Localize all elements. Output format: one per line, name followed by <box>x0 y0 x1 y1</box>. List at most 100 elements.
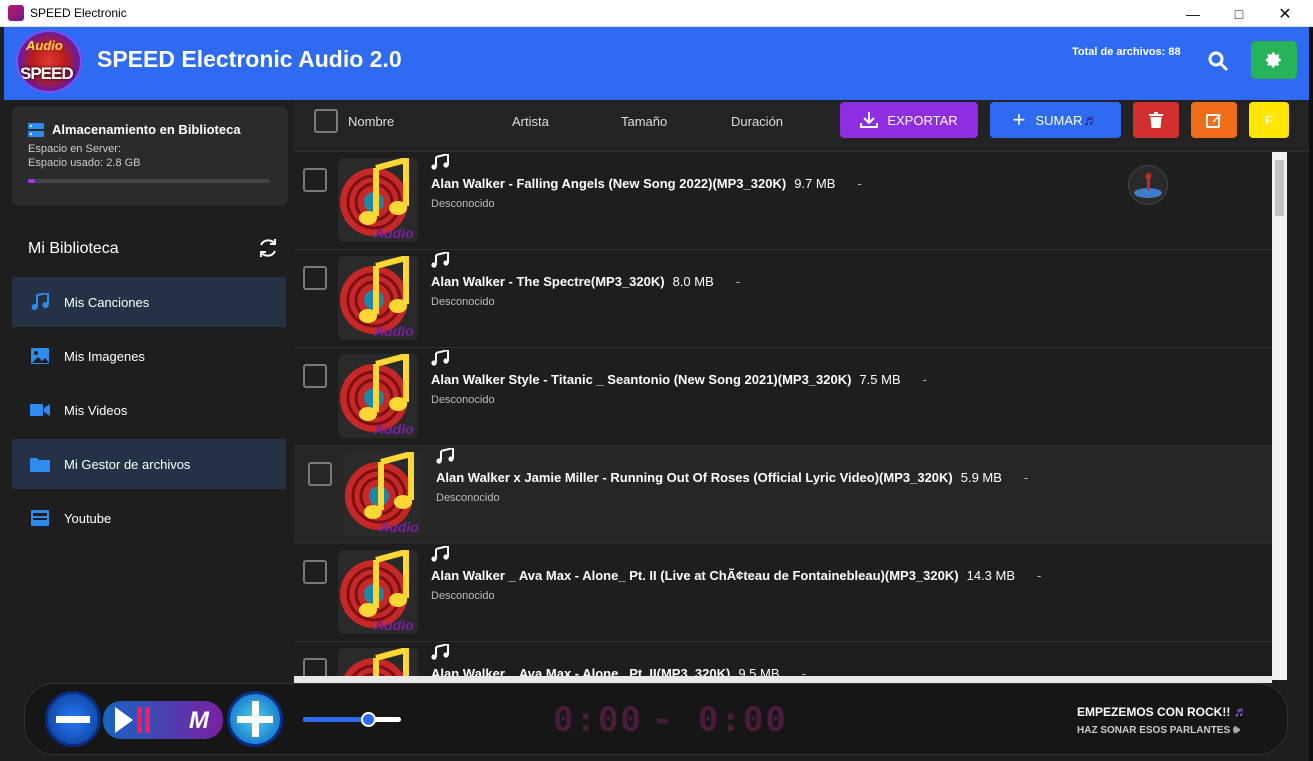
table-row[interactable]: Audio Alan Walker x Jamie Miller - Runnin… <box>294 446 1272 544</box>
storage-card: Almacenamiento en Biblioteca Espacio en … <box>12 106 288 206</box>
song-artist: Desconocido <box>431 394 495 406</box>
gamepad-icon[interactable] <box>1128 165 1168 205</box>
album-art: Audio <box>343 452 423 536</box>
song-size: 8.0 MB <box>672 274 714 289</box>
scrollbar-thumb[interactable] <box>1275 160 1284 216</box>
sidebar-item-label: Mi Gestor de archivos <box>64 456 191 472</box>
player-message-subtitle-text: HAZ SONAR ESOS PARLANTES <box>1077 725 1231 736</box>
sidebar-item-label: Mis Videos <box>64 402 128 418</box>
sidebar-item-mis-canciones[interactable]: Mis Canciones <box>12 277 286 327</box>
gear-icon <box>1265 52 1281 68</box>
file-list-panel: Nombre Artista Tamaño Duración EXPORTAR … <box>294 100 1309 683</box>
used-space-label: Espacio usado: 2.8 GB <box>28 157 141 169</box>
player-message-subtitle: HAZ SONAR ESOS PARLANTES 🕪 <box>1077 724 1240 737</box>
volume-slider-knob[interactable] <box>360 712 376 727</box>
sidebar-item-mis-imagenes[interactable]: Mis Imagenes <box>12 331 286 381</box>
song-size: 7.5 MB <box>859 372 901 387</box>
add-button[interactable]: + SUMAR ♬ <box>990 102 1121 138</box>
horizontal-scrollbar[interactable] <box>294 676 1272 683</box>
search-icon[interactable] <box>1204 47 1232 75</box>
play-pause-icon <box>115 707 150 733</box>
column-header-nombre[interactable]: Nombre <box>348 114 394 129</box>
album-art: Audio <box>338 354 418 438</box>
table-row[interactable]: AudioAlan Walker _ Ava Max - Alone_ Pt. … <box>294 544 1272 642</box>
plus-icon: + <box>1012 107 1026 132</box>
album-art-label: Audio <box>373 617 414 633</box>
plus-icon <box>237 701 273 737</box>
music-icon <box>31 293 49 310</box>
song-list: Audio Alan Walker - Falling Angels (New S… <box>294 152 1309 680</box>
player-message-title: EMPEZEMOS CON ROCK!! ♬ <box>1077 703 1248 719</box>
song-title: Alan Walker x Jamie Miller - Running Out… <box>436 470 1028 485</box>
song-artist: Desconocido <box>431 198 495 210</box>
refresh-icon[interactable] <box>256 236 280 260</box>
column-header-tamano[interactable]: Tamaño <box>621 114 667 129</box>
album-art-label: Audio <box>373 225 414 241</box>
sidebar-item-youtube[interactable]: Youtube <box>12 493 286 543</box>
volume-up-button[interactable] <box>227 691 283 747</box>
logo-text-top: Audio <box>26 38 63 53</box>
image-icon <box>31 348 49 364</box>
select-all-checkbox[interactable] <box>314 109 338 133</box>
song-name: Alan Walker - Falling Angels (New Song 2… <box>431 176 787 191</box>
sidebar-item-mi-gestor-de-archivos[interactable]: Mi Gestor de archivos <box>12 439 286 489</box>
table-row[interactable]: Audio Alan Walker - The Spectre(MP3_320K)… <box>294 250 1272 348</box>
total-time: 0:00 <box>698 700 788 740</box>
table-row[interactable]: Audio Alan Walker Style - Titanic _ Seant… <box>294 348 1272 446</box>
sidebar: Almacenamiento en Biblioteca Espacio en … <box>4 100 294 683</box>
settings-button[interactable] <box>1251 41 1297 79</box>
app-title: SPEED Electronic Audio 2.0 <box>97 46 402 72</box>
sidebar-item-label: Youtube <box>64 510 112 526</box>
column-header-artista[interactable]: Artista <box>512 114 549 129</box>
library-title: Mi Biblioteca <box>28 240 119 257</box>
minimize-button[interactable]: — <box>1170 0 1216 27</box>
player-bar: M 0:00 - 0:00 EMPEZEMOS CON ROCK!! ♬ HAZ… <box>24 683 1288 755</box>
volume-slider[interactable] <box>303 712 401 727</box>
title-bar: SPEED Electronic — □ ✕ <box>0 0 1313 27</box>
add-label: SUMAR <box>1035 112 1083 128</box>
app-window: SPEED Electronic — □ ✕ Audio SPEED SPEED… <box>0 0 1313 761</box>
youtube-icon <box>31 510 49 526</box>
song-artist: Desconocido <box>431 590 495 602</box>
f-button[interactable]: F <box>1249 102 1289 138</box>
download-icon <box>860 112 879 128</box>
song-artist: Desconocido <box>436 492 500 504</box>
close-button[interactable]: ✕ <box>1262 0 1308 27</box>
song-duration: - <box>1023 470 1029 485</box>
speaker-icon: 🕪 <box>1232 724 1240 736</box>
row-checkbox[interactable] <box>303 560 327 584</box>
song-title: Alan Walker - The Spectre(MP3_320K) 8.0 M… <box>431 274 740 289</box>
server-space-label: Espacio en Server: <box>28 143 121 155</box>
play-pause-button[interactable]: M <box>103 701 223 739</box>
row-checkbox[interactable] <box>303 168 327 192</box>
song-duration: - <box>922 372 927 387</box>
export-label: EXPORTAR <box>887 112 958 128</box>
delete-button[interactable] <box>1133 102 1179 138</box>
song-name: Alan Walker - The Spectre(MP3_320K) <box>431 274 665 289</box>
song-name: Alan Walker x Jamie Miller - Running Out… <box>436 470 953 485</box>
maximize-button[interactable]: □ <box>1216 0 1262 27</box>
app-icon <box>8 5 24 21</box>
vertical-scrollbar[interactable] <box>1272 152 1287 680</box>
export-button[interactable]: EXPORTAR <box>840 102 978 138</box>
album-art: Audio <box>338 256 418 340</box>
time-separator: - <box>652 700 675 740</box>
server-icon <box>28 123 44 137</box>
sidebar-item-mis-videos[interactable]: Mis Videos <box>12 385 286 435</box>
row-checkbox[interactable] <box>303 364 327 388</box>
mode-label[interactable]: M <box>189 707 209 735</box>
table-row[interactable]: AudioAlan Walker _ Ava Max - Alone_ Pt. … <box>294 642 1272 680</box>
storage-title: Almacenamiento en Biblioteca <box>52 122 241 137</box>
video-icon <box>30 404 50 416</box>
song-size: 9.7 MB <box>794 176 836 191</box>
music-icon <box>436 448 454 464</box>
current-time: 0:00 <box>553 700 643 740</box>
music-note-icon: ♬ <box>1233 703 1248 719</box>
table-row[interactable]: Audio Alan Walker - Falling Angels (New S… <box>294 152 1272 250</box>
song-name: Alan Walker Style - Titanic _ Seantonio … <box>431 372 852 387</box>
edit-button[interactable] <box>1191 102 1237 138</box>
row-checkbox[interactable] <box>303 266 327 290</box>
row-checkbox[interactable] <box>308 462 332 486</box>
column-header-duracion[interactable]: Duración <box>731 114 783 129</box>
volume-down-button[interactable] <box>45 691 101 747</box>
